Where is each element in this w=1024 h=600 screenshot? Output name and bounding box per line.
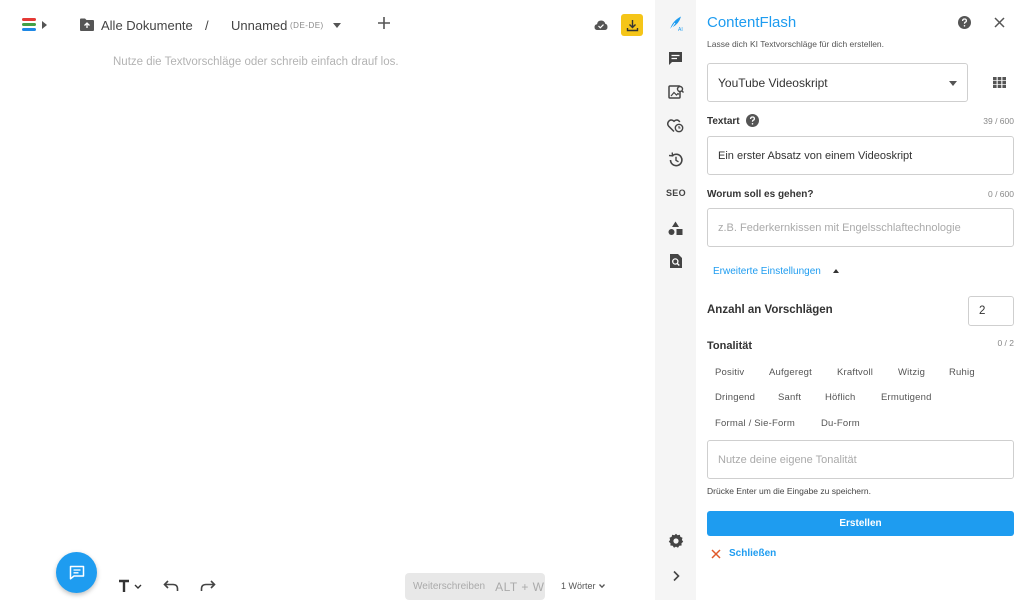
editor-area[interactable]: Alle Dokumente / Unnamed (DE-DE) Nutze d… [0, 0, 655, 600]
create-button[interactable]: Erstellen [707, 511, 1014, 536]
topic-input[interactable]: z.B. Federkernkissen mit Engelsschlaftec… [707, 208, 1014, 247]
svg-text:AI: AI [678, 27, 683, 32]
tone-chip[interactable]: Ruhig [949, 367, 975, 378]
editor-placeholder[interactable]: Nutze die Textvorschläge oder schreib ei… [113, 56, 399, 68]
template-select[interactable]: YouTube Videoskript [707, 63, 968, 102]
seo-tool[interactable]: SEO [666, 188, 686, 198]
text-format-icon[interactable] [118, 578, 146, 594]
app-logo-icon[interactable] [22, 18, 36, 32]
history-icon[interactable] [667, 151, 684, 168]
help-icon[interactable] [958, 16, 971, 29]
chevron-down-icon[interactable] [599, 583, 605, 589]
continue-writing-label: Weiterschreiben [413, 581, 486, 592]
chat-icon [69, 565, 84, 580]
tone-chip[interactable]: Dringend [715, 392, 755, 403]
continue-writing-shortcut: ALT + W [495, 579, 545, 594]
textart-counter: 39 / 600 [983, 116, 1014, 126]
grid-view-icon[interactable] [993, 77, 1006, 88]
tone-chip[interactable]: Ermutigend [881, 392, 932, 403]
close-icon [711, 548, 721, 559]
advanced-settings-toggle[interactable]: Erweiterte Einstellungen [713, 266, 821, 277]
tone-chip[interactable]: Höflich [825, 392, 855, 403]
enter-hint: Drücke Enter um die Eingabe zu speichern… [707, 486, 871, 496]
breadcrumb-separator: / [205, 18, 209, 33]
close-panel-button[interactable]: Schließen [711, 548, 776, 559]
suggestion-count-label: Anzahl an Vorschlägen [707, 304, 833, 316]
tone-chip[interactable]: Kraftvoll [837, 367, 873, 378]
favorites-icon[interactable] [667, 117, 684, 134]
comment-icon[interactable] [667, 50, 684, 67]
tool-rail: AI SEO [655, 0, 696, 600]
contentflash-panel: ContentFlash Lasse dich KI Textvorschläg… [696, 0, 1024, 600]
download-button[interactable] [621, 14, 643, 36]
document-name[interactable]: Unnamed [231, 18, 287, 33]
template-select-value: YouTube Videoskript [718, 75, 828, 90]
textart-input[interactable]: Ein erster Absatz von einem Videoskript [707, 136, 1014, 175]
panel-title: ContentFlash [707, 14, 797, 31]
folder-icon[interactable] [80, 18, 94, 31]
tone-counter: 0 / 2 [997, 338, 1014, 348]
plus-icon[interactable] [376, 15, 392, 31]
shapes-icon[interactable] [667, 220, 684, 237]
topic-counter: 0 / 600 [988, 189, 1014, 199]
tone-chip[interactable]: Du-Form [821, 418, 860, 429]
tone-label: Tonalität [707, 340, 753, 352]
image-search-icon[interactable] [667, 83, 684, 100]
word-count[interactable]: 1 Wörter [561, 581, 596, 591]
chevron-up-icon[interactable] [833, 269, 839, 273]
document-search-icon[interactable] [667, 252, 684, 269]
topic-label: Worum soll es gehen? [707, 189, 814, 200]
editor-topbar: Alle Dokumente / Unnamed (DE-DE) [0, 0, 655, 50]
redo-icon[interactable] [200, 579, 216, 593]
own-tone-input[interactable]: Nutze deine eigene Tonalität [707, 440, 1014, 479]
close-icon[interactable] [994, 17, 1005, 28]
tone-chip[interactable]: Positiv [715, 367, 744, 378]
chevron-right-icon[interactable] [667, 567, 684, 584]
close-panel-label: Schließen [729, 548, 777, 559]
continue-writing-button[interactable]: Weiterschreiben ALT + W [405, 573, 545, 600]
tone-chip[interactable]: Sanft [778, 392, 801, 403]
panel-subtitle: Lasse dich KI Textvorschläge für dich er… [707, 39, 885, 49]
tone-chip[interactable]: Formal / Sie-Form [715, 418, 795, 429]
chat-button[interactable] [56, 552, 97, 593]
document-language: (DE-DE) [290, 21, 324, 30]
chevron-down-icon[interactable] [333, 23, 341, 28]
cloud-saved-icon [594, 20, 608, 30]
undo-icon[interactable] [163, 579, 179, 593]
download-icon [626, 19, 638, 31]
info-icon[interactable] [746, 114, 759, 127]
caret-right-icon[interactable] [42, 21, 47, 29]
tone-chip[interactable]: Aufgeregt [769, 367, 812, 378]
tone-chip[interactable]: Witzig [898, 367, 925, 378]
chevron-down-icon [949, 81, 957, 86]
suggestion-count-input[interactable]: 2 [968, 296, 1014, 326]
ai-quill-icon[interactable]: AI [667, 15, 684, 32]
textart-label: Textart [707, 116, 740, 127]
gear-icon[interactable] [667, 532, 684, 549]
breadcrumb-all-documents[interactable]: Alle Dokumente [101, 18, 193, 33]
